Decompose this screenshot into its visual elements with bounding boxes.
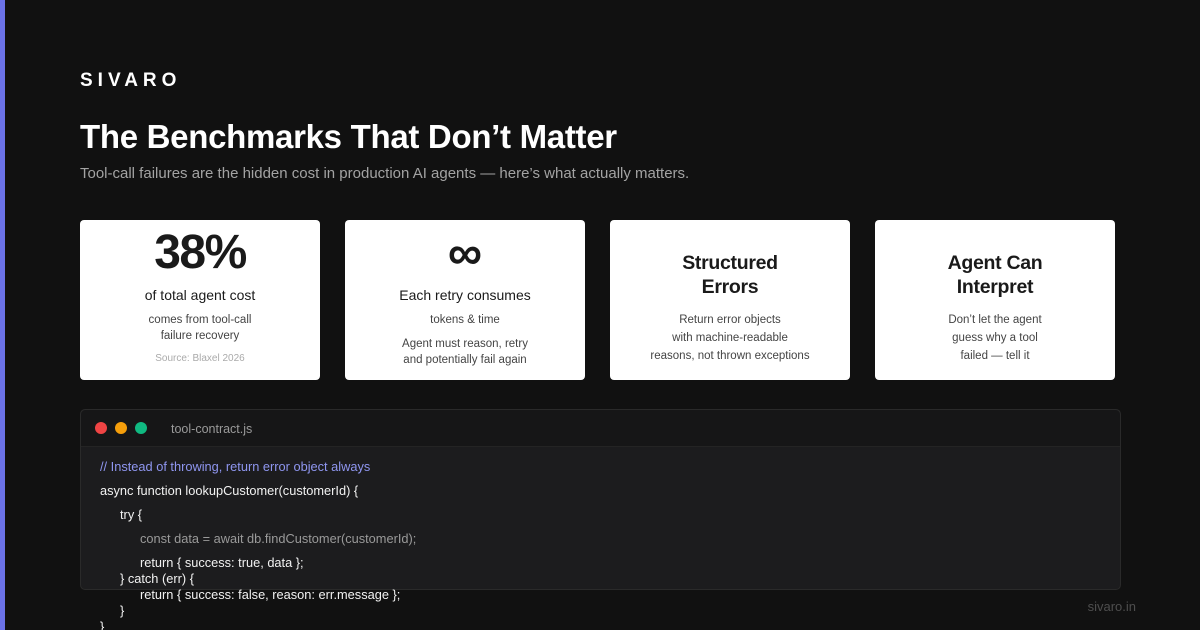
card-desc-line-1: Return error objects [679,314,781,326]
brand-logo: SIVARO [80,70,182,91]
code-titlebar: tool-contract.js [81,410,1120,447]
code-line: async function lookupCustomer(customerId… [100,483,359,498]
stat-desc: tokens & time [430,314,500,326]
page-title: The Benchmarks That Don’t Matter [80,118,617,155]
stat-source: Source: Blaxel 2026 [155,353,245,364]
card-heading-line-2: Interpret [956,276,1034,298]
footer-url[interactable]: sivaro.in [1088,599,1136,614]
card-agent-interpret: Agent Can Interpret Don’t let the agent … [875,220,1115,380]
stat-card-cost: 38% of total agent cost comes from tool-… [80,220,320,380]
stat-card-retry: ∞ Each retry consumes tokens & time Agen… [345,220,585,380]
card-desc-line-2: guess why a tool [952,332,1038,344]
code-line: } [100,619,105,630]
stat-desc2-line-1: Agent must reason, retry [402,338,528,350]
stat-label: of total agent cost [144,287,256,303]
code-line: } catch (err) { [120,571,194,586]
code-line: try { [120,507,143,522]
card-desc-line-3: reasons, not thrown exceptions [650,350,810,362]
window-close-dot-icon [95,422,107,434]
card-desc-line-1: Don’t let the agent [948,314,1042,326]
stat-desc-line-2: failure recovery [160,330,240,342]
card-heading: Structured Errors [610,251,850,299]
stat-value: 38% [154,226,247,279]
card-desc-line-2: with machine-readable [672,332,788,344]
stat-label: Each retry consumes [399,287,531,303]
stat-desc-line-1: comes from tool-call [148,314,252,326]
window-maximize-dot-icon [135,422,147,434]
code-line-comment: // Instead of throwing, return error obj… [100,459,371,474]
stat-cards: 38% of total agent cost comes from tool-… [80,220,1120,380]
card-heading: Agent Can Interpret [875,251,1115,299]
card-structured-errors: Structured Errors Return error objects w… [610,220,850,380]
code-line: } [120,603,125,618]
code-line: return { success: false, reason: err.mes… [140,587,401,602]
stat-desc2-line-2: and potentially fail again [403,354,527,366]
page-subtitle: Tool-call failures are the hidden cost i… [80,165,690,182]
card-desc-line-3: failed — tell it [960,350,1030,362]
card-heading-line-1: Agent Can [947,252,1043,274]
code-line: return { success: true, data }; [140,555,304,570]
code-line: const data = await db.findCustomer(custo… [140,531,417,546]
accent-bar [0,0,5,630]
infinity-icon: ∞ [447,227,483,280]
code-filename: tool-contract.js [171,422,253,436]
card-heading-line-1: Structured [682,252,778,274]
card-heading-line-2: Errors [701,276,759,298]
page: SIVARO The Benchmarks That Don’t Matter … [0,0,1200,630]
window-minimize-dot-icon [115,422,127,434]
